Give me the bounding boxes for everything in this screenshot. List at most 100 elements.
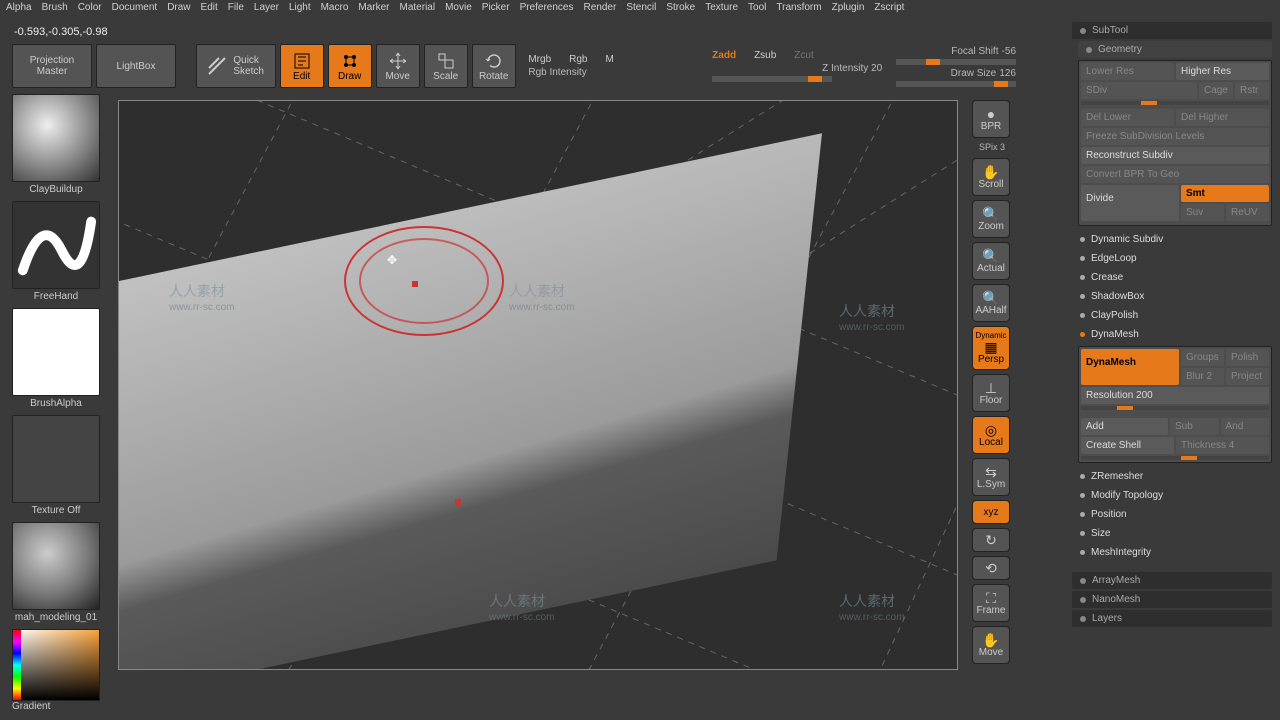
scale-button[interactable]: Scale <box>424 44 468 88</box>
lightbox-button[interactable]: LightBox <box>96 44 176 88</box>
edgeloop-section[interactable]: EdgeLoop <box>1072 249 1272 268</box>
draw-button[interactable]: Draw <box>328 44 372 88</box>
m-toggle[interactable]: M <box>606 54 614 65</box>
draw-size-slider[interactable]: Draw Size 126 <box>896 67 1016 87</box>
rot-y-button[interactable]: ↻ <box>972 528 1010 552</box>
quicksketch-button[interactable]: Quick Sketch <box>196 44 276 88</box>
nanomesh-header[interactable]: NanoMesh <box>1072 591 1272 608</box>
rstr-button[interactable]: Rstr <box>1235 82 1269 99</box>
meshintegrity-section[interactable]: MeshIntegrity <box>1072 543 1272 562</box>
reuv-button[interactable]: ReUV <box>1226 204 1269 221</box>
menu-render[interactable]: Render <box>584 2 617 13</box>
dynamesh-section[interactable]: DynaMesh <box>1072 325 1272 344</box>
suv-button[interactable]: Suv <box>1181 204 1224 221</box>
floor-button[interactable]: ⊥Floor <box>972 374 1010 412</box>
menu-stroke[interactable]: Stroke <box>666 2 695 13</box>
hue-strip[interactable] <box>13 630 21 700</box>
rgb-intensity-slider[interactable]: Rgb Intensity <box>528 67 698 78</box>
viewport[interactable]: ✥ 人人素材www.rr-sc.com 人人素材www.rr-sc.com 人人… <box>118 100 958 670</box>
shadowbox-section[interactable]: ShadowBox <box>1072 287 1272 306</box>
focal-shift-slider[interactable]: Focal Shift -56 <box>896 45 1016 65</box>
alpha-thumbnail[interactable] <box>12 308 100 396</box>
menu-color[interactable]: Color <box>78 2 102 13</box>
xyz-button[interactable]: xyz <box>972 500 1010 524</box>
geometry-header[interactable]: Geometry <box>1078 41 1272 58</box>
menu-zscript[interactable]: Zscript <box>874 2 904 13</box>
zadd-toggle[interactable]: Zadd <box>712 50 736 61</box>
thickness-bar[interactable] <box>1081 456 1269 460</box>
higher-res-button[interactable]: Higher Res <box>1176 63 1269 80</box>
lower-res-button[interactable]: Lower Res <box>1081 63 1174 80</box>
size-section[interactable]: Size <box>1072 524 1272 543</box>
actual-button[interactable]: 🔍Actual <box>972 242 1010 280</box>
polish-button[interactable]: Polish <box>1226 349 1269 366</box>
menu-texture[interactable]: Texture <box>705 2 738 13</box>
z-intensity-slider[interactable]: Z Intensity 20 <box>712 63 882 82</box>
bpr-button[interactable]: ●BPR <box>972 100 1010 138</box>
resolution-slider[interactable]: Resolution 200 <box>1081 387 1269 404</box>
arraymesh-header[interactable]: ArrayMesh <box>1072 572 1272 589</box>
groups-button[interactable]: Groups <box>1181 349 1224 366</box>
local-button[interactable]: ◎Local <box>972 416 1010 454</box>
brush-thumbnail[interactable] <box>12 94 100 182</box>
menu-preferences[interactable]: Preferences <box>520 2 574 13</box>
sdiv-bar[interactable] <box>1081 101 1269 105</box>
thickness-slider[interactable]: Thickness 4 <box>1176 437 1269 454</box>
cage-button[interactable]: Cage <box>1199 82 1233 99</box>
zoom-button[interactable]: 🔍Zoom <box>972 200 1010 238</box>
modify-topology-section[interactable]: Modify Topology <box>1072 486 1272 505</box>
stroke-thumbnail[interactable] <box>12 201 100 289</box>
menu-layer[interactable]: Layer <box>254 2 279 13</box>
projection-master-button[interactable]: Projection Master <box>12 44 92 88</box>
add-button[interactable]: Add <box>1081 418 1168 435</box>
frame-button[interactable]: ⛶Frame <box>972 584 1010 622</box>
texture-thumbnail[interactable] <box>12 415 100 503</box>
crease-section[interactable]: Crease <box>1072 268 1272 287</box>
layers-header[interactable]: Layers <box>1072 610 1272 627</box>
smt-button[interactable]: Smt <box>1181 185 1269 202</box>
move-button[interactable]: Move <box>376 44 420 88</box>
blur-slider[interactable]: Blur 2 <box>1181 368 1224 385</box>
menu-alpha[interactable]: Alpha <box>6 2 32 13</box>
and-button[interactable]: And <box>1221 418 1270 435</box>
menu-zplugin[interactable]: Zplugin <box>832 2 865 13</box>
aahalf-button[interactable]: 🔍AAHalf <box>972 284 1010 322</box>
rgb-toggle[interactable]: Rgb <box>569 54 587 65</box>
divide-button[interactable]: Divide <box>1081 185 1179 221</box>
position-section[interactable]: Position <box>1072 505 1272 524</box>
rotate-button[interactable]: Rotate <box>472 44 516 88</box>
dynamesh-button[interactable]: DynaMesh <box>1081 349 1179 385</box>
move-view-button[interactable]: ✋Move <box>972 626 1010 664</box>
del-higher-button[interactable]: Del Higher <box>1176 109 1269 126</box>
rot-z-button[interactable]: ⟲ <box>972 556 1010 580</box>
menu-stencil[interactable]: Stencil <box>626 2 656 13</box>
edit-button[interactable]: Edit <box>280 44 324 88</box>
menu-picker[interactable]: Picker <box>482 2 510 13</box>
sub-button[interactable]: Sub <box>1170 418 1219 435</box>
menu-light[interactable]: Light <box>289 2 311 13</box>
persp-button[interactable]: Dynamic▦Persp <box>972 326 1010 370</box>
del-lower-button[interactable]: Del Lower <box>1081 109 1174 126</box>
reconstruct-subdiv-button[interactable]: Reconstruct Subdiv <box>1081 147 1269 164</box>
lsym-button[interactable]: ⇆L.Sym <box>972 458 1010 496</box>
sdiv-slider[interactable]: SDiv <box>1081 82 1197 99</box>
claypolish-section[interactable]: ClayPolish <box>1072 306 1272 325</box>
subtool-header[interactable]: SubTool <box>1072 22 1272 39</box>
freeze-subdiv-button[interactable]: Freeze SubDivision Levels <box>1081 128 1269 145</box>
menu-document[interactable]: Document <box>112 2 158 13</box>
mrgb-toggle[interactable]: Mrgb <box>528 54 551 65</box>
scroll-button[interactable]: ✋Scroll <box>972 158 1010 196</box>
zremesher-section[interactable]: ZRemesher <box>1072 467 1272 486</box>
create-shell-button[interactable]: Create Shell <box>1081 437 1174 454</box>
menu-material[interactable]: Material <box>400 2 436 13</box>
zsub-toggle[interactable]: Zsub <box>754 50 776 61</box>
project-button[interactable]: Project <box>1226 368 1269 385</box>
menu-brush[interactable]: Brush <box>42 2 68 13</box>
menu-file[interactable]: File <box>228 2 244 13</box>
menu-movie[interactable]: Movie <box>445 2 472 13</box>
color-picker[interactable] <box>12 629 100 701</box>
material-thumbnail[interactable] <box>12 522 100 610</box>
menu-marker[interactable]: Marker <box>358 2 389 13</box>
menu-transform[interactable]: Transform <box>776 2 821 13</box>
dynamic-subdiv-section[interactable]: Dynamic Subdiv <box>1072 230 1272 249</box>
